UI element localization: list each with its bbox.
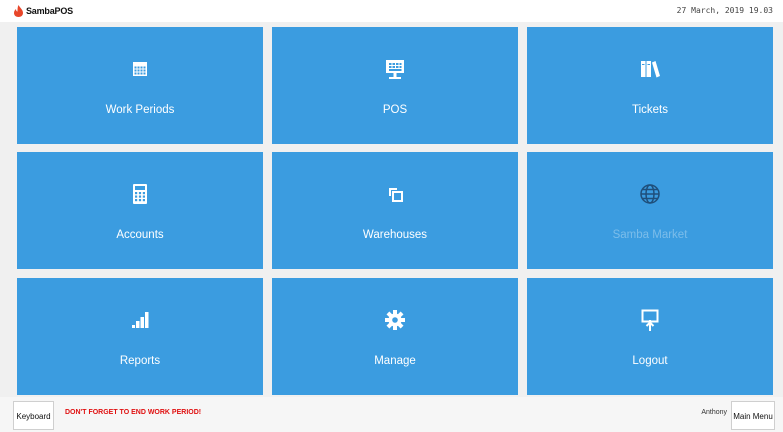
manage-tile[interactable]: Manage (272, 278, 518, 395)
boxes-icon (382, 181, 408, 207)
keyboard-button[interactable]: Keyboard (13, 401, 54, 430)
brand-logo: SambaPOS (13, 5, 73, 17)
main-menu-button[interactable]: Main Menu (731, 401, 775, 430)
logout-tile[interactable]: Logout (527, 278, 773, 395)
signal-bars-icon (127, 307, 153, 333)
books-icon (637, 56, 663, 82)
top-bar: SambaPOS 27 March, 2019 19.03 (0, 0, 783, 22)
tile-label: Work Periods (105, 104, 175, 117)
tile-label: Manage (374, 355, 416, 368)
current-user: Anthony (701, 409, 727, 416)
date-time: 27 March, 2019 19.03 (676, 6, 773, 15)
calendar-icon (127, 56, 153, 82)
tile-label: POS (382, 104, 408, 117)
warehouses-tile[interactable]: Warehouses (272, 152, 518, 269)
work-period-warning: DON'T FORGET TO END WORK PERIOD! (65, 409, 202, 416)
bottom-bar: Keyboard DON'T FORGET TO END WORK PERIOD… (0, 397, 783, 432)
tile-label: Accounts (116, 229, 164, 242)
calculator-icon (127, 181, 153, 207)
accounts-tile[interactable]: Accounts (17, 152, 263, 269)
samba-market-tile[interactable]: Samba Market (527, 152, 773, 269)
tile-label: Tickets (632, 104, 668, 117)
tile-label: Logout (632, 355, 668, 368)
tile-label: Warehouses (362, 229, 428, 242)
work-periods-tile[interactable]: Work Periods (17, 27, 263, 144)
pos-tile[interactable]: POS (272, 27, 518, 144)
globe-icon (637, 181, 663, 207)
monitor-icon (382, 56, 408, 82)
brand-name: SambaPOS (26, 6, 73, 16)
tile-label: Reports (119, 355, 161, 368)
logout-screen-icon (637, 307, 663, 333)
flame-icon (14, 5, 23, 17)
gear-icon (382, 307, 408, 333)
tile-label: Samba Market (612, 229, 688, 242)
tickets-tile[interactable]: Tickets (527, 27, 773, 144)
reports-tile[interactable]: Reports (17, 278, 263, 395)
